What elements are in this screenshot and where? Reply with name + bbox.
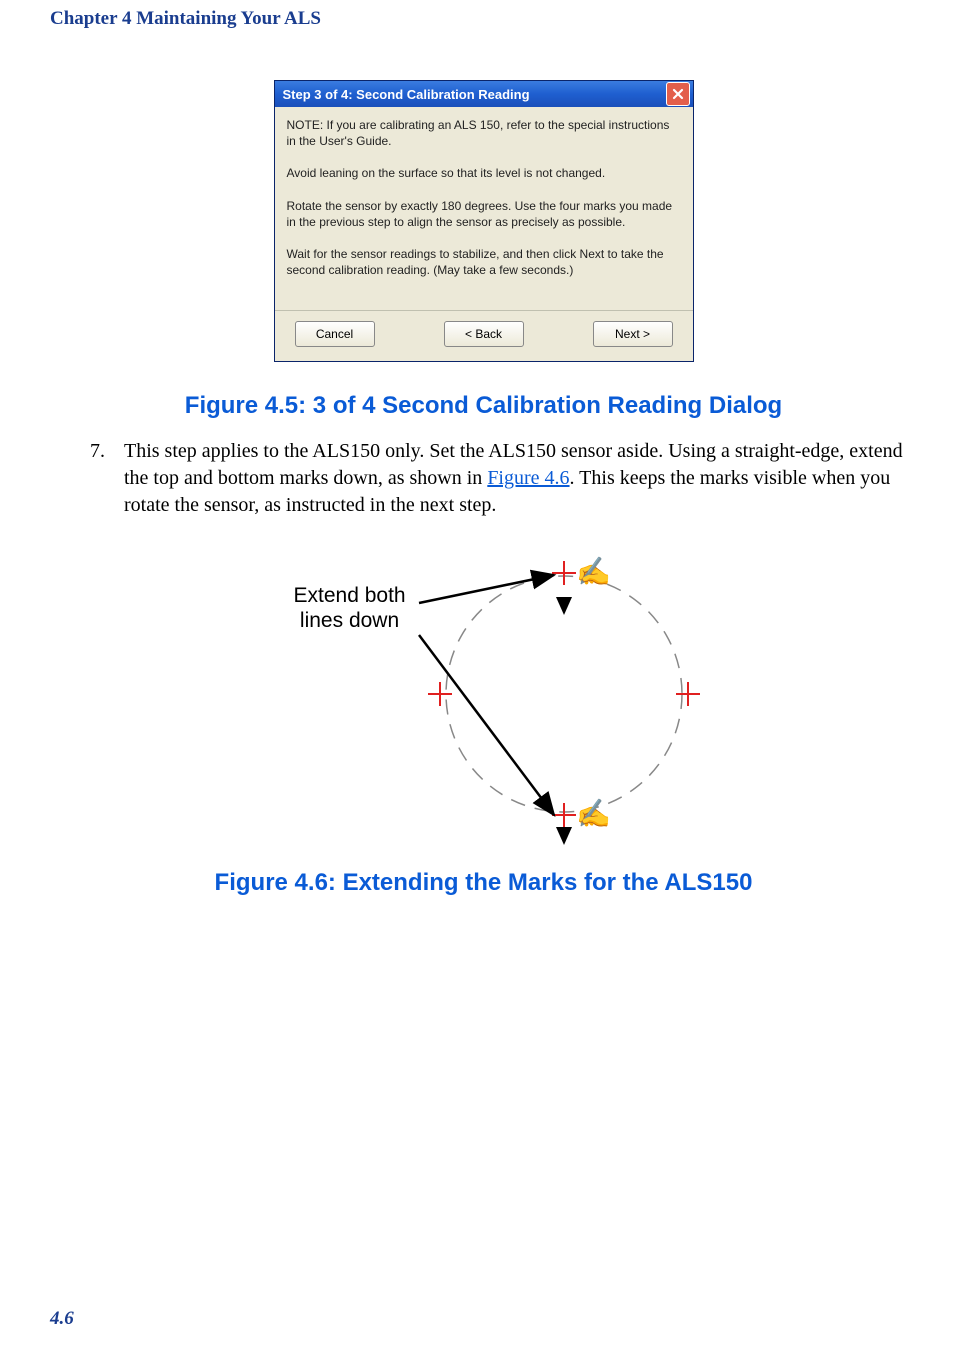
figure-4-6-link[interactable]: Figure 4.6 [487,467,569,489]
back-button[interactable]: < Back [444,321,524,347]
step-text: This step applies to the ALS150 only. Se… [124,438,917,519]
step-7: 7. This step applies to the ALS150 only.… [50,438,917,519]
cancel-button[interactable]: Cancel [295,321,375,347]
figure-4-6-caption: Figure 4.6: Extending the Marks for the … [50,869,917,897]
step-number: 7. [90,438,124,519]
dialog-title: Step 3 of 4: Second Calibration Reading [283,87,530,102]
close-icon[interactable] [666,82,690,106]
next-button[interactable]: Next > [593,321,673,347]
page-number: 4.6 [50,1308,74,1330]
dialog-instruction-3: Wait for the sensor readings to stabiliz… [287,246,681,278]
dialog-titlebar: Step 3 of 4: Second Calibration Reading [275,81,693,107]
chapter-header: Chapter 4 Maintaining Your ALS [50,0,917,80]
dialog-note: NOTE: If you are calibrating an ALS 150,… [287,117,681,149]
dialog-instruction-1: Avoid leaning on the surface so that its… [287,165,681,181]
calibration-dialog: Step 3 of 4: Second Calibration Reading … [274,80,694,362]
diagram-label-line1: Extend both [294,584,406,607]
extend-marks-diagram: ✍ ✍ Extend both lines down [204,539,764,849]
diagram-label: Extend both lines down [294,583,406,633]
svg-text:✍: ✍ [576,798,611,829]
dialog-body: NOTE: If you are calibrating an ALS 150,… [275,107,693,310]
dialog-screenshot: Step 3 of 4: Second Calibration Reading … [50,80,917,362]
diagram-label-line2: lines down [300,609,399,632]
dialog-instruction-2: Rotate the sensor by exactly 180 degrees… [287,198,681,230]
svg-text:✍: ✍ [576,556,611,587]
figure-4-5-caption: Figure 4.5: 3 of 4 Second Calibration Re… [50,392,917,420]
dialog-button-row: Cancel < Back Next > [275,310,693,361]
